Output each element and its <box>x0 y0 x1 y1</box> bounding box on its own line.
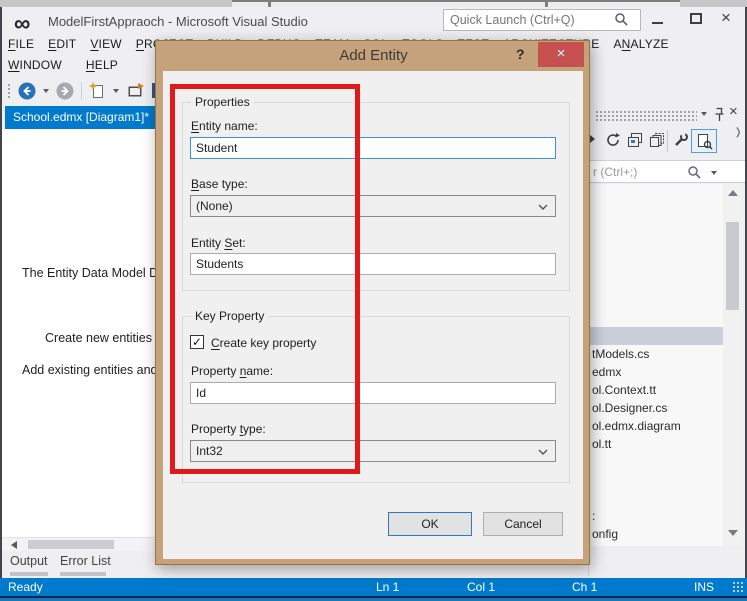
search-icon <box>614 12 629 27</box>
menu-help[interactable]: HELP <box>86 58 118 72</box>
refresh-icon[interactable] <box>605 132 621 148</box>
tree-item[interactable]: onfig <box>589 525 723 543</box>
menu-view[interactable]: VIEW <box>90 37 121 51</box>
solution-tree: tModels.cs edmx ol.Context.tt ol.Designer.c… <box>589 184 723 546</box>
output-tab-edge <box>10 572 48 576</box>
scroll-left-arrow-icon[interactable] <box>11 541 17 549</box>
menu-edit[interactable]: EDIT <box>48 37 76 51</box>
solution-explorer-panel: × ❭❭ r (Ctrl+;) <box>588 103 747 576</box>
title-bar: ∞ ModelFirstAppraoch - Microsoft Visual … <box>2 7 745 35</box>
status-insert-mode: INS <box>694 580 715 594</box>
chevron-down-icon <box>538 449 548 455</box>
quick-launch-input[interactable] <box>450 11 610 29</box>
status-ready: Ready <box>8 580 43 594</box>
dialog-title: Add Entity <box>339 47 408 64</box>
status-column: Col 1 <box>467 580 496 594</box>
solution-search-box[interactable]: r (Ctrl+;) <box>589 160 746 183</box>
minimize-button[interactable] <box>652 22 663 24</box>
tree-item[interactable]: ol.Context.tt <box>589 381 723 399</box>
tree-item[interactable]: tModels.cs <box>589 345 723 363</box>
document-tab[interactable]: School.edmx [Diagram1]* <box>5 106 159 129</box>
partial-icon[interactable] <box>590 135 595 143</box>
chevron-down-icon <box>538 204 548 210</box>
tree-item[interactable]: ol.Designer.cs <box>589 399 723 417</box>
cancel-button[interactable]: Cancel <box>483 512 563 536</box>
maximize-button[interactable] <box>690 13 702 24</box>
solution-explorer-toolbar: ❭❭ <box>589 127 747 159</box>
vs-window: ∞ ModelFirstAppraoch - Microsoft Visual … <box>0 0 747 601</box>
open-file-icon[interactable] <box>126 82 145 99</box>
show-all-files-icon[interactable] <box>649 132 665 148</box>
close-button[interactable]: × <box>721 8 731 28</box>
preview-selected-items-button[interactable] <box>691 129 717 153</box>
tree-item[interactable]: ol.tt <box>589 435 723 453</box>
panel-close-icon[interactable]: × <box>729 103 738 120</box>
status-bar: Ready Ln 1 Col 1 Ch 1 INS <box>0 578 747 596</box>
background-window-sliver <box>0 0 747 7</box>
back-history-chevron-icon[interactable] <box>43 88 49 93</box>
solution-search-placeholder: r (Ctrl+;) <box>593 165 638 179</box>
visual-studio-logo-icon: ∞ <box>14 10 31 36</box>
navigate-back-icon[interactable] <box>18 82 36 100</box>
scroll-up-arrow-icon[interactable] <box>728 190 738 196</box>
error-list-tab-edge <box>60 572 106 576</box>
panel-drag-handle[interactable] <box>595 110 697 121</box>
tree-item[interactable]: edmx <box>589 363 723 381</box>
menu-window[interactable]: WINDOW <box>8 58 62 72</box>
wrench-icon[interactable] <box>673 132 689 148</box>
resize-grip[interactable] <box>732 581 744 593</box>
scrollbar-thumb[interactable] <box>726 222 739 310</box>
pin-icon[interactable] <box>713 107 726 123</box>
tree-item[interactable]: : <box>589 507 723 525</box>
solution-tree-scrollbar[interactable] <box>723 184 742 546</box>
search-options-chevron-icon[interactable] <box>711 171 717 175</box>
toolbar-separator <box>81 81 82 100</box>
menu-file[interactable]: FILE <box>8 37 34 51</box>
designer-watermark-line: Add existing entities and r <box>22 363 166 377</box>
tree-row-selected[interactable] <box>589 327 723 345</box>
menu-bar-row2: WINDOW HELP <box>8 58 118 72</box>
panel-menu-chevron-icon[interactable] <box>701 112 707 116</box>
status-line: Ln 1 <box>376 580 400 594</box>
scrollbar-thumb[interactable] <box>28 540 114 549</box>
output-tab[interactable]: Output <box>10 554 48 568</box>
window-border-left <box>0 7 2 601</box>
quick-launch-box[interactable] <box>443 9 641 31</box>
menu-analyze[interactable]: ANALYZE <box>613 37 668 51</box>
toolbar-separator <box>667 130 668 152</box>
properties-window-icon[interactable] <box>627 132 643 148</box>
scroll-down-arrow-icon[interactable] <box>728 530 738 536</box>
error-list-tab[interactable]: Error List <box>60 554 111 568</box>
help-icon[interactable]: ? <box>516 46 525 62</box>
new-file-icon[interactable] <box>89 81 106 100</box>
dialog-close-button[interactable]: × <box>538 42 584 67</box>
window-title: ModelFirstAppraoch - Microsoft Visual St… <box>48 14 308 29</box>
new-file-chevron-icon[interactable] <box>113 88 119 93</box>
designer-watermark-line: The Entity Data Model De <box>22 266 166 280</box>
toolbar-grip[interactable] <box>7 82 11 99</box>
tree-item[interactable]: ol.edmx.diagram <box>589 417 723 435</box>
ok-button[interactable]: OK <box>388 512 472 536</box>
designer-watermark-line: Create new entities in <box>45 331 166 345</box>
search-icon <box>687 165 702 180</box>
status-character: Ch 1 <box>572 580 598 594</box>
annotation-rectangle <box>170 84 360 474</box>
navigate-forward-icon[interactable] <box>56 82 74 100</box>
